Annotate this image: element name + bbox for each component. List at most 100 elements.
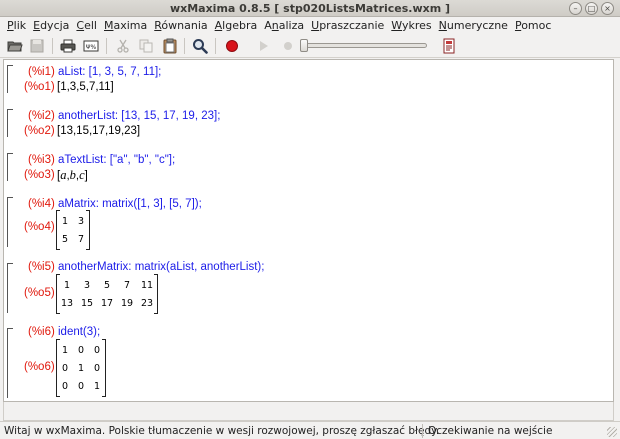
menu-cell[interactable]: Cell [73,17,101,34]
menu-upraszczanie[interactable]: Upraszczanie [308,17,388,34]
menu-edycja[interactable]: Edycja [30,17,73,34]
bracket-tick [102,396,105,397]
matrix-cell: 1 [77,362,85,374]
resize-grip-icon[interactable] [607,427,617,437]
input-label: (%i4) [28,198,55,210]
stop-icon[interactable] [279,37,297,55]
bracket-tick [154,313,157,314]
output-matrix: 1 0 0 0 1 0 0 0 1 [56,339,106,397]
menu-bar: Plik Edycja Cell Maxima Równania Algebra… [0,17,620,34]
bracket-tick [57,274,60,275]
menu-analiza[interactable]: Analiza [261,17,308,34]
toolbar: Ψ% [0,34,620,58]
cell-bracket[interactable] [7,109,13,137]
cell-bracket[interactable] [7,197,13,247]
input-expression[interactable]: anotherList: [13, 15, 17, 19, 23]; [58,110,220,122]
matrix-row: 13 15 17 19 23 [57,294,157,312]
matrix-row: 5 7 [57,230,89,248]
matrix-row: 1 3 5 7 11 [57,276,157,294]
matrix-row: 0 0 1 [57,377,105,395]
output-matrix: 1 3 5 7 [56,210,90,250]
search-icon[interactable] [191,37,209,55]
bracket-tick [86,210,89,211]
matrix-row: 1 0 0 [57,341,105,359]
copy-icon[interactable] [137,37,155,55]
matrix-cell: 3 [83,279,91,291]
matrix-cell: 19 [120,297,134,309]
matrix-cell: 1 [93,380,101,392]
cut-icon[interactable] [114,37,132,55]
input-label: (%i2) [28,110,55,122]
bracket-tick [57,210,60,211]
output-label: (%o5) [24,287,55,299]
input-label: (%i6) [28,326,55,338]
interrupt-icon[interactable] [223,37,241,55]
window-title: wxMaxima 0.8.5 [ stp020ListsMatrices.wxm… [169,2,451,15]
input-expression[interactable]: aTextList: ["a", "b", "c"]; [58,154,175,166]
output-label: (%o2) [24,125,55,137]
output-label: (%o4) [24,221,55,233]
open-folder-icon[interactable] [6,37,24,55]
menu-algebra[interactable]: Algebra [212,17,262,34]
toolbar-separator [184,38,185,54]
paste-icon[interactable] [161,37,179,55]
matrix-cell: 11 [140,279,154,291]
output-matrix: 1 3 5 7 11 13 15 17 19 23 [56,274,158,314]
toolbar-separator [215,38,216,54]
menu-wykres[interactable]: Wykres [388,17,435,34]
menu-plik[interactable]: Plik [4,17,30,34]
menu-rownania[interactable]: Równania [151,17,211,34]
matrix-cell: 0 [77,344,85,356]
toolbar-separator [106,38,107,54]
matrix-cell: 23 [140,297,154,309]
matrix-cell: 15 [80,297,94,309]
output-value: [1,3,5,7,11] [57,81,114,93]
slider-handle[interactable] [300,39,308,52]
matrix-cell: 1 [61,344,69,356]
horizontal-scrollbar[interactable] [3,402,614,421]
print-icon[interactable] [59,37,77,55]
config-icon[interactable]: Ψ% [82,37,100,55]
close-button[interactable]: × [601,2,614,15]
maximize-button[interactable]: □ [585,2,598,15]
matrix-cell: 5 [103,279,111,291]
matrix-row: 1 3 [57,212,89,230]
matrix-cell: 1 [63,279,71,291]
cell-bracket[interactable] [7,65,13,93]
output-label: (%o3) [24,169,55,181]
matrix-cell: 0 [61,362,69,374]
save-icon[interactable] [28,37,46,55]
bracket-tick [102,339,105,340]
menu-numeryczne[interactable]: Numeryczne [436,17,512,34]
output-label: (%o6) [24,361,55,373]
matrix-cell: 3 [77,215,85,227]
output-label: (%o1) [24,81,55,93]
help-icon[interactable] [440,37,458,55]
menu-maxima[interactable]: Maxima [101,17,151,34]
status-message: Witaj w wxMaxima. Polskie tłumaczenie w … [4,425,440,437]
input-expression[interactable]: aMatrix: matrix([1, 3], [5, 7]); [58,198,202,210]
title-bar: wxMaxima 0.8.5 [ stp020ListsMatrices.wxm… [0,0,620,17]
matrix-cell: 13 [60,297,74,309]
matrix-cell: 0 [93,344,101,356]
worksheet[interactable]: (%i1) aList: [1, 3, 5, 7, 11]; (%o1) [1,… [3,59,614,402]
cell-bracket[interactable] [7,153,13,181]
bracket-tick [57,249,60,250]
minimize-button[interactable]: – [569,2,582,15]
output-value: [a,b,c] [57,168,88,182]
bracket-tick [57,339,60,340]
cell-bracket[interactable] [7,263,13,313]
input-expression[interactable]: aList: [1, 3, 5, 7, 11]; [58,66,161,78]
animation-slider[interactable] [302,43,427,48]
menu-pomoc[interactable]: Pomoc [512,17,555,34]
bracket-tick [154,274,157,275]
matrix-cell: 0 [93,362,101,374]
input-expression[interactable]: anotherMatrix: matrix(aList, anotherList… [58,261,264,273]
matrix-cell: 7 [123,279,131,291]
input-expression[interactable]: ident(3); [58,326,100,338]
status-divider [422,424,423,438]
status-state: Oczekiwanie na wejście [428,425,553,437]
cell-bracket[interactable] [7,328,13,398]
svg-text:Ψ%: Ψ% [86,44,97,51]
play-icon[interactable] [255,37,273,55]
